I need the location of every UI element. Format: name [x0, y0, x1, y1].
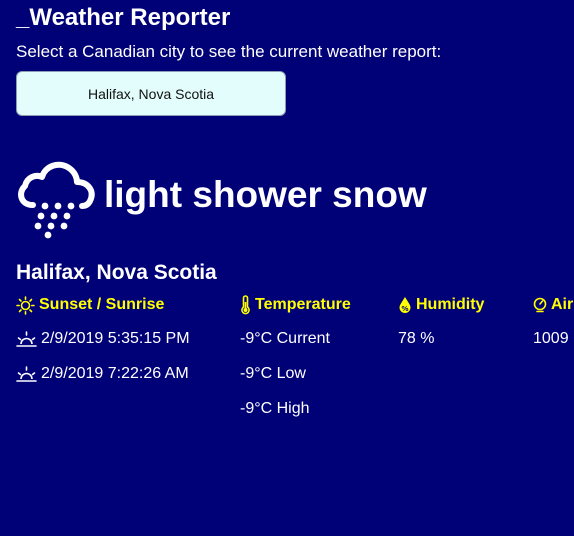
- humidity-value: 78 %: [398, 330, 435, 347]
- svg-text:%: %: [401, 305, 408, 313]
- pressure-column-title: Air: [551, 296, 574, 313]
- sunrise-text: 2/9/2019 7:22:26 AM: [41, 365, 189, 382]
- snow-cloud-icon: [18, 161, 95, 239]
- temperature-low: -9°C Low: [240, 365, 306, 382]
- app-title: _Weather Reporter: [16, 4, 231, 31]
- condition-description: light shower snow: [104, 174, 427, 215]
- city-select-value: Halifax, Nova Scotia: [87, 85, 215, 102]
- temperature-column-title: Temperature: [255, 296, 351, 313]
- sun-column: Sunset / Sunrise 2/9/2019 5:35:15 PM 2/9…: [16, 295, 190, 382]
- sunset-icon: [16, 330, 37, 347]
- temperature-column-header: Temperature: [240, 295, 351, 315]
- sunset-value: 2/9/2019 5:35:15 PM: [16, 329, 190, 349]
- pressure-column-header: Air: [533, 295, 573, 315]
- sunrise-icon: [16, 365, 37, 382]
- humidity-column: % Humidity 78 %: [398, 295, 484, 347]
- humidity-drop-icon: %: [399, 297, 411, 313]
- select-instructions: Select a Canadian city to see the curren…: [16, 42, 442, 61]
- weather-condition: light shower snow: [14, 158, 427, 240]
- city-select[interactable]: Halifax, Nova Scotia: [16, 71, 286, 116]
- pressure-column: Air 1009: [533, 295, 573, 347]
- temperature-column: Temperature -9°C Current -9°C Low -9°C H…: [240, 295, 351, 417]
- sunset-text: 2/9/2019 5:35:15 PM: [41, 330, 190, 347]
- temperature-current: -9°C Current: [240, 330, 330, 347]
- humidity-column-title: Humidity: [416, 296, 485, 313]
- sun-column-header: Sunset / Sunrise: [16, 295, 164, 315]
- sun-icon: [16, 295, 35, 315]
- sunrise-value: 2/9/2019 7:22:26 AM: [16, 364, 189, 384]
- pressure-value: 1009: [533, 330, 569, 347]
- temperature-high: -9°C High: [240, 400, 310, 417]
- humidity-column-header: % Humidity: [398, 295, 484, 315]
- location-title: Halifax, Nova Scotia: [16, 261, 217, 284]
- sun-column-title: Sunset / Sunrise: [39, 296, 165, 313]
- thermometer-icon: [241, 295, 250, 315]
- pressure-gauge-icon: [533, 297, 547, 313]
